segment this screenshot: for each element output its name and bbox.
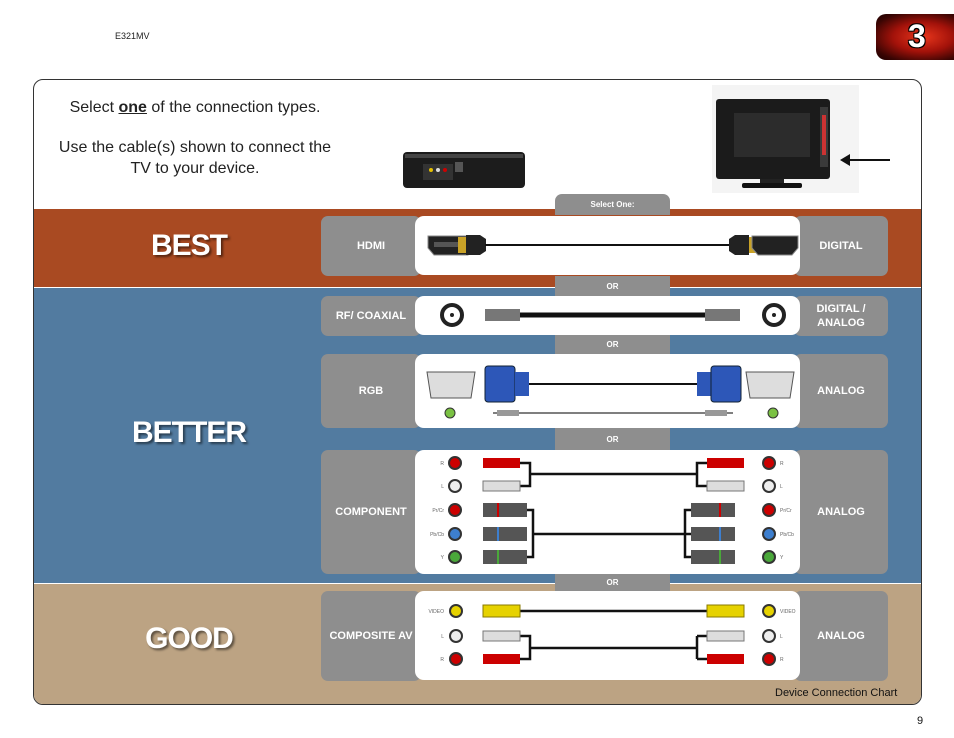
instructions: Select one of the connection types. Use … <box>55 97 335 179</box>
device-box-image <box>403 152 525 188</box>
or-divider: OR <box>555 428 670 450</box>
page-number: 9 <box>917 715 924 727</box>
intro-text-2: Use the cable(s) shown to connect the TV… <box>58 139 332 177</box>
cable-panel-rgb <box>415 354 800 428</box>
intro-text: Select <box>69 99 119 116</box>
row-label-rgb: RGB <box>321 354 421 428</box>
cable-panel-hdmi <box>415 216 800 275</box>
jack-label: R <box>780 461 784 467</box>
row-type-rf: DIGITAL / ANALOG <box>794 296 888 336</box>
hdmi-cable-icon <box>427 235 799 256</box>
row-label-rf: RF/ COAXIAL <box>321 296 421 336</box>
jack-label: L <box>441 634 444 640</box>
chapter-number: 3 <box>908 18 926 54</box>
band-label-good: GOOD <box>145 622 234 655</box>
component-cable-icon: R L Pr/Cr Pb/Cb Y R L Pr/Cr Pb/Cb Y <box>430 456 794 564</box>
row-label-composite: COMPOSITE AV <box>321 591 421 681</box>
row-label-hdmi: HDMI <box>321 216 421 276</box>
composite-cable-icon: VIDEO L R VIDEO L R <box>428 604 796 666</box>
chart-caption: Device Connection Chart <box>775 687 898 699</box>
jack-label: VIDEO <box>428 609 444 615</box>
jack-label: R <box>440 461 444 467</box>
row-type-hdmi: DIGITAL <box>794 216 888 276</box>
jack-label: Y <box>441 555 445 561</box>
jack-label: L <box>780 484 783 490</box>
coaxial-cable-icon <box>440 303 786 327</box>
jack-label: L <box>441 484 444 490</box>
model-number: E321MV <box>115 31 150 41</box>
row-type-composite: ANALOG <box>794 591 888 681</box>
arrow-icon <box>840 154 890 166</box>
jack-label: R <box>440 657 444 663</box>
cable-panel-composite: VIDEO L R VIDEO L R <box>415 591 800 680</box>
tv-back-image <box>712 85 859 193</box>
or-divider: OR <box>555 335 670 354</box>
jack-label: Pb/Cb <box>430 532 444 538</box>
jack-label: R <box>780 657 784 663</box>
jack-label: VIDEO <box>780 609 796 615</box>
or-divider: OR <box>555 574 670 591</box>
chapter-badge: 3 <box>876 14 954 60</box>
jack-label: L <box>780 634 783 640</box>
row-label-component: COMPONENT <box>321 450 421 574</box>
row-type-component: ANALOG <box>794 450 888 574</box>
jack-label: Pb/Cb <box>780 532 794 538</box>
jack-label: Pr/Cr <box>780 508 792 514</box>
select-one-tab: Select One: <box>555 194 670 215</box>
or-divider: OR <box>555 276 670 296</box>
cable-panel-component: R L Pr/Cr Pb/Cb Y R L Pr/Cr Pb/Cb Y <box>415 450 800 574</box>
row-type-rgb: ANALOG <box>794 354 888 428</box>
intro-emphasis: one <box>118 99 147 116</box>
cable-panel-rf <box>415 296 800 335</box>
vga-cable-icon <box>426 365 795 419</box>
band-label-best: BEST <box>150 229 228 262</box>
jack-label: Pr/Cr <box>432 508 444 514</box>
jack-label: Y <box>780 555 784 561</box>
band-label-better: BETTER <box>132 416 247 449</box>
intro-text: of the connection types. <box>146 99 321 116</box>
